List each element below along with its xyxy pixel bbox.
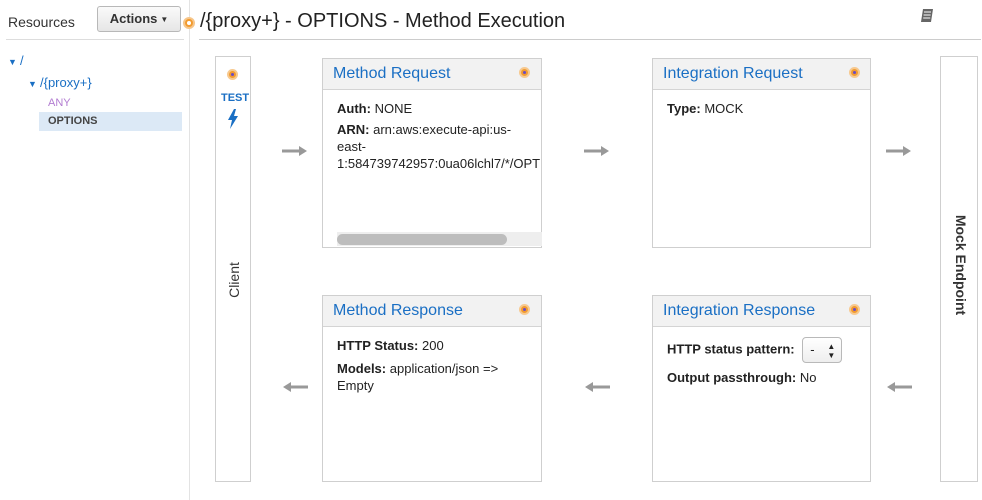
passthrough-field: Output passthrough: No	[667, 369, 856, 386]
client-label: Client	[226, 262, 242, 298]
actions-label: Actions	[109, 11, 158, 26]
card-body: HTTP status pattern: - ▲ ▼ Output passthr…	[653, 327, 870, 400]
arrow-right-icon	[282, 146, 307, 156]
card-header: Method Response	[323, 296, 541, 327]
status-pattern-value: -	[810, 342, 815, 357]
integration-request-title[interactable]: Integration Request	[663, 65, 803, 83]
page-title: /{proxy+} - OPTIONS - Method Execution	[200, 10, 566, 32]
client-column: TEST Client	[215, 56, 251, 482]
card-body: Auth: NONE ARN: arn:aws:execute-api:us- …	[323, 90, 541, 186]
status-pattern-select[interactable]: - ▲ ▼	[802, 337, 843, 363]
tree-item-proxy[interactable]: ▼/{proxy+}	[28, 75, 92, 90]
models-line-2: Empty	[337, 378, 374, 393]
http-status-value: 200	[422, 338, 444, 353]
method-response-title[interactable]: Method Response	[333, 302, 463, 320]
card-header: Method Request	[323, 59, 541, 90]
auth-field: Auth: NONE	[337, 100, 527, 117]
arn-key: ARN:	[337, 122, 370, 137]
status-pattern-field: HTTP status pattern: - ▲ ▼	[667, 337, 856, 363]
arn-line-1: arn:aws:execute-api:us-	[373, 122, 512, 137]
type-value: MOCK	[704, 101, 744, 116]
arn-field: ARN: arn:aws:execute-api:us- east- 1:584…	[337, 121, 540, 172]
tree-item-proxy-label[interactable]: /{proxy+}	[40, 75, 92, 90]
book-icon[interactable]	[919, 8, 935, 24]
method-response-card[interactable]: Method Response HTTP Status: 200 Models:…	[322, 295, 542, 482]
resources-heading: Resources	[8, 14, 75, 30]
test-button[interactable]: TEST	[221, 92, 249, 104]
tree-item-root-label[interactable]: /	[20, 53, 24, 68]
arrow-right-icon	[584, 146, 609, 156]
method-request-title[interactable]: Method Request	[333, 65, 450, 83]
arrow-left-icon	[585, 382, 610, 392]
integration-response-card[interactable]: Integration Response HTTP status pattern…	[652, 295, 871, 482]
card-header: Integration Response	[653, 296, 870, 327]
settings-dot-icon[interactable]	[183, 17, 195, 29]
caret-down-icon: ▼	[160, 14, 169, 24]
settings-dot-icon[interactable]	[849, 304, 860, 315]
select-arrows-icon: ▲ ▼	[827, 342, 836, 360]
arrow-left-icon	[887, 382, 912, 392]
tree-method-any[interactable]: ANY	[48, 97, 71, 109]
arrow-left-icon	[283, 382, 308, 392]
status-pattern-key: HTTP status pattern:	[667, 341, 795, 357]
http-status-field: HTTP Status: 200	[337, 337, 527, 354]
arn-line-3: 1:584739742957:0ua06lchl7/*/OPT	[337, 156, 541, 171]
lightning-icon[interactable]	[226, 109, 240, 129]
chevron-down-icon[interactable]: ▼	[28, 79, 40, 89]
models-field: Models: application/json => Empty	[337, 360, 527, 394]
card-body: Type: MOCK	[653, 90, 870, 131]
tree-method-options[interactable]: OPTIONS	[39, 112, 182, 131]
chevron-down-icon[interactable]: ▼	[8, 57, 20, 67]
auth-key: Auth:	[337, 101, 371, 116]
resources-panel: Resources Actions ▼ ▼ / ▼/{proxy+} ANY OPT…	[0, 0, 190, 500]
settings-dot-icon[interactable]	[849, 67, 860, 78]
settings-dot-icon[interactable]	[519, 304, 530, 315]
integration-response-title[interactable]: Integration Response	[663, 302, 815, 320]
horizontal-scrollbar[interactable]	[337, 232, 542, 246]
integration-request-card[interactable]: Integration Request Type: MOCK	[652, 58, 871, 248]
auth-value: NONE	[374, 101, 413, 116]
type-field: Type: MOCK	[667, 100, 856, 117]
http-status-key: HTTP Status:	[337, 338, 419, 353]
header-divider	[199, 39, 981, 40]
arrow-right-icon	[886, 146, 911, 156]
passthrough-key: Output passthrough:	[667, 370, 797, 385]
settings-dot-icon[interactable]	[227, 69, 238, 80]
settings-dot-icon[interactable]	[519, 67, 530, 78]
endpoint-column: Mock Endpoint	[940, 56, 978, 482]
endpoint-label: Mock Endpoint	[953, 214, 969, 316]
card-header: Integration Request	[653, 59, 870, 90]
actions-button[interactable]: Actions ▼	[97, 6, 181, 32]
method-request-card[interactable]: Method Request Auth: NONE ARN: arn:aws:e…	[322, 58, 542, 248]
passthrough-value: No	[799, 370, 817, 385]
tree-item-root[interactable]: ▼ /	[8, 53, 24, 68]
card-body: HTTP Status: 200 Models: application/jso…	[323, 327, 541, 408]
scrollbar-thumb[interactable]	[337, 234, 507, 245]
models-key: Models:	[337, 361, 387, 376]
models-line-1: application/json =>	[389, 361, 499, 376]
panel-divider	[6, 39, 184, 40]
type-key: Type:	[667, 101, 701, 116]
arn-line-2: east-	[337, 139, 366, 154]
